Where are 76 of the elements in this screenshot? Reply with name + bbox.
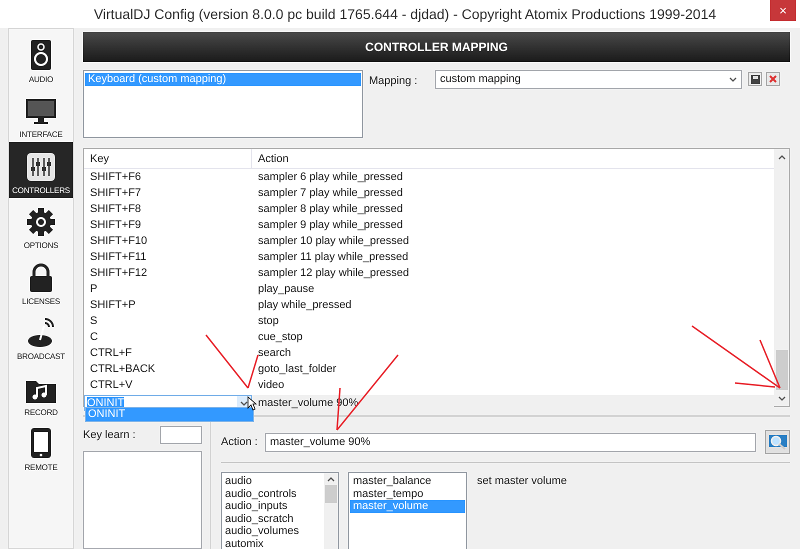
table-cell-text: play_pause bbox=[257, 282, 314, 297]
sidebar-item[interactable]: OPTIONS bbox=[9, 198, 73, 253]
scroll-down-icon bbox=[778, 396, 786, 400]
mapping-dropdown[interactable]: custom mapping bbox=[435, 70, 742, 89]
sidebar-item[interactable]: CONTROLLERS bbox=[9, 142, 73, 198]
scrollbar[interactable] bbox=[774, 149, 789, 406]
sidebar-item[interactable]: BROADCAST bbox=[9, 308, 73, 364]
table-cell-text: CTRL+BACK bbox=[89, 362, 156, 377]
table-cell-text: cue_stop bbox=[257, 330, 303, 345]
key-learn-field[interactable] bbox=[160, 426, 202, 444]
sidebar-item[interactable]: AUDIO bbox=[9, 31, 73, 86]
table-cell-text: SHIFT+F10 bbox=[89, 234, 148, 249]
table-cell-text: SHIFT+F7 bbox=[89, 186, 142, 201]
scrollbar[interactable] bbox=[324, 473, 338, 549]
sidebar-item[interactable]: INTERFACE bbox=[9, 86, 73, 142]
action-field[interactable]: master_volume 90% bbox=[265, 432, 756, 452]
table-cell-text: sampler 8 play while_pressed bbox=[257, 202, 403, 217]
table-cell-text: sampler 6 play while_pressed bbox=[257, 170, 403, 185]
table-cell-text: S bbox=[89, 314, 98, 329]
table-cell-text: video bbox=[257, 378, 284, 393]
list-item[interactable]: audio_inputs bbox=[222, 500, 324, 513]
scroll-up-icon bbox=[327, 476, 335, 482]
table-cell-text: SHIFT+F12 bbox=[89, 266, 148, 281]
table-cell-text: stop bbox=[257, 314, 279, 329]
save-button[interactable] bbox=[748, 72, 762, 86]
window-title: VirtualDJ Config (version 8.0.0 pc build 1765.644 - djdad) - Copyright Atomix Productions 1999-2014 bbox=[92, 4, 718, 24]
table-cell-text: sampler 11 play while_pressed bbox=[257, 250, 408, 265]
speaker-icon bbox=[30, 38, 52, 70]
mapping-label: Mapping : bbox=[369, 74, 418, 89]
list-item[interactable]: audio_volumes bbox=[222, 525, 324, 538]
action-label: Action : bbox=[221, 434, 259, 450]
sidebar-item[interactable]: LICENSES bbox=[9, 253, 73, 308]
key-learn-label: Key learn : bbox=[83, 428, 137, 443]
sidebar-item[interactable]: RECORD bbox=[9, 364, 73, 420]
table-cell-text: goto_last_folder bbox=[257, 362, 336, 377]
list-item[interactable]: automix bbox=[222, 538, 324, 549]
chevron-down-icon bbox=[729, 77, 737, 82]
close-button[interactable]: × bbox=[770, 0, 796, 21]
scroll-thumb[interactable] bbox=[776, 350, 788, 390]
action-description: set master volume bbox=[477, 474, 567, 489]
sidebar-item[interactable]: REMOTE bbox=[9, 420, 73, 475]
table-cell-text: play while_pressed bbox=[257, 298, 352, 313]
table-cell-text: sampler 7 play while_pressed bbox=[257, 186, 403, 201]
table-cell-text: SHIFT+F8 bbox=[89, 202, 142, 217]
scroll-thumb[interactable] bbox=[325, 485, 337, 503]
delete-button[interactable] bbox=[766, 72, 780, 86]
table-cell-text: search bbox=[257, 346, 292, 361]
satellite-dish-icon bbox=[26, 316, 56, 348]
list-item[interactable]: audio_controls bbox=[222, 488, 324, 500]
gear-icon bbox=[26, 207, 56, 237]
table-cell-text: sampler 12 play while_pressed bbox=[257, 266, 410, 281]
monitor-icon bbox=[25, 98, 57, 126]
column-header[interactable]: Key bbox=[84, 149, 252, 168]
scroll-up-icon bbox=[778, 154, 786, 160]
table-cell-text: CTRL+F bbox=[89, 346, 133, 361]
search-icon bbox=[768, 434, 788, 450]
table-cell-text: SHIFT+F11 bbox=[89, 250, 148, 265]
close-icon bbox=[769, 75, 777, 83]
list-item[interactable]: audio_scratch bbox=[222, 512, 324, 526]
list-item[interactable]: master_tempo bbox=[350, 488, 465, 500]
table-cell-text: C bbox=[89, 330, 99, 345]
table-cell-text: SHIFT+F9 bbox=[89, 218, 142, 233]
list-item[interactable]: master_balance bbox=[350, 475, 465, 488]
table-cell-text: CTRL+V bbox=[89, 378, 134, 393]
table-cell-text: sampler 10 play while_pressed bbox=[257, 234, 410, 249]
table-cell-text: sampler 9 play while_pressed bbox=[257, 218, 403, 233]
table-cell-text: SHIFT+P bbox=[89, 298, 137, 313]
sliders-icon bbox=[26, 152, 56, 182]
search-button[interactable] bbox=[765, 430, 790, 454]
column-header[interactable]: Action bbox=[252, 149, 774, 168]
phone-icon bbox=[30, 427, 52, 459]
list-item[interactable]: audio bbox=[222, 475, 324, 488]
table-cell-text: SHIFT+F6 bbox=[89, 170, 142, 185]
table-cell-text: P bbox=[89, 282, 98, 297]
padlock-icon bbox=[28, 262, 54, 292]
section-header: CONTROLLER MAPPING bbox=[83, 32, 790, 62]
